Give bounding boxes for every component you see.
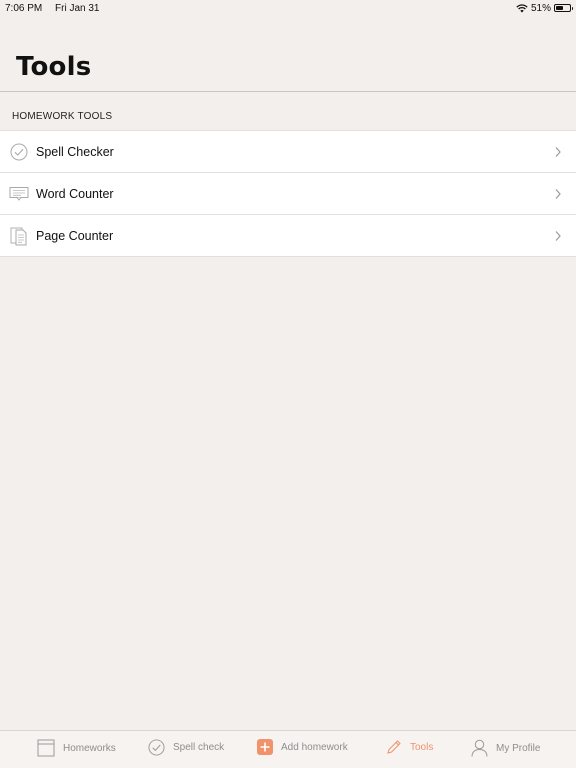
- status-left: 7:06 PM Fri Jan 31: [5, 3, 110, 14]
- status-right: 51%: [516, 2, 573, 14]
- tab-add-homework[interactable]: Add homework: [257, 739, 348, 755]
- chevron-right-icon: [555, 230, 561, 241]
- tab-label: My Profile: [496, 742, 541, 754]
- status-date: Fri Jan 31: [55, 2, 100, 14]
- status-bar: 7:06 PM Fri Jan 31 51%: [0, 0, 576, 16]
- wifi-icon: [516, 3, 528, 12]
- tab-label: Add homework: [281, 741, 348, 753]
- tool-label: Word Counter: [36, 186, 114, 201]
- battery-icon: [554, 4, 573, 12]
- tab-my-profile[interactable]: My Profile: [471, 739, 540, 757]
- tab-label: Tools: [410, 741, 434, 753]
- tool-row-word-counter[interactable]: Word Counter: [0, 173, 576, 215]
- pencil-icon: [387, 740, 401, 754]
- plus-square-icon: [257, 739, 273, 755]
- tool-row-page-counter[interactable]: Page Counter: [0, 215, 576, 257]
- battery-fill: [556, 6, 563, 10]
- check-circle-icon: [9, 142, 29, 162]
- tab-tools[interactable]: Tools: [386, 739, 433, 755]
- page-title: Tools: [16, 52, 92, 82]
- chevron-right-icon: [555, 188, 561, 199]
- title-divider: [0, 91, 576, 92]
- tool-row-spell-checker[interactable]: Spell Checker: [0, 131, 576, 173]
- tool-label: Page Counter: [36, 228, 114, 243]
- tab-homeworks[interactable]: Homeworks: [37, 739, 116, 757]
- section-header: HOMEWORK TOOLS: [12, 111, 113, 122]
- status-time: 7:06 PM: [5, 2, 43, 14]
- tab-label: Spell check: [173, 742, 225, 753]
- notebook-icon: [37, 739, 55, 757]
- tab-bar: Homeworks Spell check Add homework Tools…: [0, 730, 576, 768]
- person-icon: [471, 739, 488, 757]
- document-pages-icon: [9, 226, 29, 246]
- tab-label: Homeworks: [63, 742, 116, 754]
- battery-percent: 51%: [530, 2, 551, 14]
- speech-bubble-icon: [9, 184, 29, 204]
- check-circle-icon: [148, 739, 165, 756]
- tool-label: Spell Checker: [36, 144, 114, 159]
- chevron-right-icon: [555, 146, 561, 157]
- tools-list: Spell Checker Word Counter Page Counter: [0, 130, 576, 257]
- tab-spell-check[interactable]: Spell check: [148, 739, 224, 756]
